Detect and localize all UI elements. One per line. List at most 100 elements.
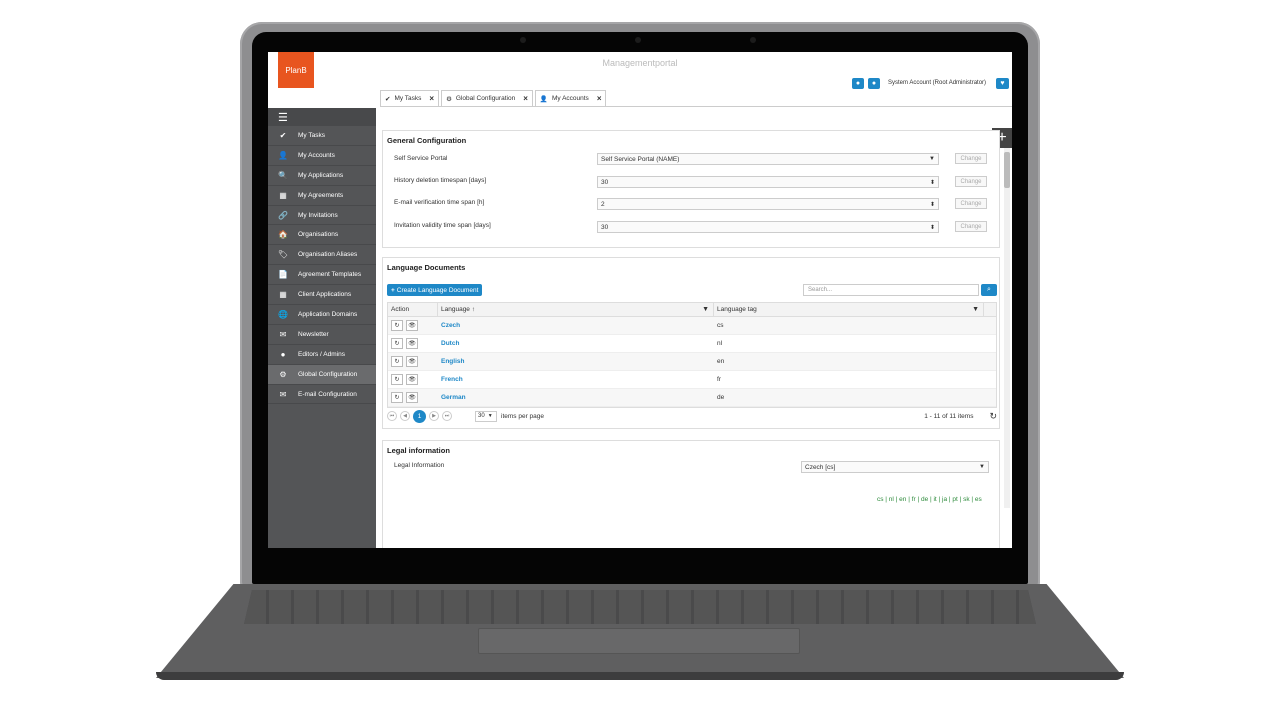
sidebar-item-my-accounts[interactable]: 👤 My Accounts [268, 146, 376, 166]
tab-global-configuration[interactable]: ⚙ Global Configuration × [441, 90, 533, 106]
sidebar-item-my-applications[interactable]: 🔍 My Applications [268, 166, 376, 186]
row-actions: ↻ 👁 [388, 335, 438, 352]
filter-icon[interactable]: ▼ [972, 306, 979, 313]
edit-icon[interactable]: ↻ [391, 338, 403, 349]
panel-title: General Configuration [387, 136, 467, 145]
table-row: ↻ 👁 English en [388, 353, 996, 371]
change-button[interactable]: Change [955, 176, 987, 187]
info-icon[interactable]: ● [868, 78, 880, 89]
filter-icon[interactable]: ▼ [702, 306, 709, 313]
sidebar-item-my-agreements[interactable]: ▦ My Agreements [268, 186, 376, 206]
field-value: Czech [cs] [805, 463, 836, 471]
last-page-icon[interactable]: ⏭ [442, 411, 452, 421]
scrollbar-thumb[interactable] [1004, 152, 1010, 188]
sidebar-item-label: Client Applications [298, 291, 352, 299]
refresh-icon[interactable]: ↻ [989, 411, 997, 422]
search-icon[interactable]: ⌕ [981, 284, 997, 296]
help-icon[interactable]: ● [852, 78, 864, 89]
pager: ⏮ ◀ 1 ▶ ⏭ 30 ▼ items per page 1 - 11 of 1… [387, 408, 997, 424]
sidebar-item-label: My Tasks [298, 131, 325, 139]
tab-bar: ✔ My Tasks × ⚙ Global Configuration × 👤 … [380, 90, 607, 106]
change-button[interactable]: Change [955, 198, 987, 209]
tab-my-accounts[interactable]: 👤 My Accounts × [534, 90, 607, 106]
column-header-language[interactable]: Language ↑ ▼ [438, 303, 714, 316]
email-verification-stepper[interactable]: 2 ⬍ [597, 198, 939, 210]
account-label[interactable]: System Account (Root Administrator) [888, 80, 986, 86]
language-link[interactable]: Dutch [438, 335, 714, 352]
search-input[interactable]: Search... [803, 284, 979, 296]
create-language-document-button[interactable]: + Create Language Document [387, 284, 483, 296]
edit-icon[interactable]: ↻ [391, 356, 403, 367]
sidebar-item-my-tasks[interactable]: ✔ My Tasks [268, 126, 376, 146]
sidebar-item-client-applications[interactable]: ▦ Client Applications [268, 285, 376, 306]
language-link[interactable]: German [438, 389, 714, 406]
scrollbar-track[interactable] [1004, 148, 1010, 508]
sidebar-item-organisation-aliases[interactable]: 🏷 Organisation Aliases [268, 245, 376, 266]
language-link[interactable]: Czech [438, 317, 714, 334]
tab-my-tasks[interactable]: ✔ My Tasks × [380, 90, 440, 106]
change-button[interactable]: Change [955, 153, 987, 164]
laptop-scene: PlanB Managementportal ● ● System Accoun… [0, 0, 1280, 720]
change-button[interactable]: Change [955, 221, 987, 232]
stepper-icon[interactable]: ⬍ [930, 179, 935, 186]
sidebar-item-agreement-templates[interactable]: 📄 Agreement Templates [268, 265, 376, 286]
stepper-icon[interactable]: ⬍ [930, 201, 935, 208]
sidebar-icon: ✉ [279, 389, 287, 399]
sidebar-item-label: Organisation Aliases [298, 251, 358, 259]
next-page-icon[interactable]: ▶ [429, 411, 439, 421]
edit-icon[interactable]: ↻ [391, 320, 403, 331]
prev-page-icon[interactable]: ◀ [400, 411, 410, 421]
row-actions: ↻ 👁 [388, 389, 438, 406]
language-link[interactable]: English [438, 353, 714, 370]
sidebar-icon: 🔍 [278, 170, 288, 180]
sidebar-item-e-mail-configuration[interactable]: ✉ E-mail Configuration [268, 385, 376, 405]
eye-icon[interactable]: 👁 [406, 356, 418, 367]
sensor-dot [750, 37, 756, 43]
chevron-down-icon: ▼ [979, 464, 985, 470]
column-header-language-tag[interactable]: Language tag ▼ [714, 303, 984, 316]
edit-icon[interactable]: ↻ [391, 392, 403, 403]
sidebar-item-global-configuration[interactable]: ⚙ Global Configuration [268, 364, 376, 385]
language-link[interactable]: French [438, 371, 714, 388]
sidebar-icon: 📄 [278, 270, 288, 280]
sidebar-item-editors-admins[interactable]: ● Editors / Admins [268, 345, 376, 365]
edit-icon[interactable]: ↻ [391, 374, 403, 385]
panel-title: Language Documents [387, 263, 466, 272]
sidebar-item-my-invitations[interactable]: 🔗 My Invitations [268, 206, 376, 226]
eye-icon[interactable]: 👁 [406, 338, 418, 349]
hamburger-icon[interactable]: ☰ [268, 108, 376, 126]
sidebar-item-label: Application Domains [298, 310, 358, 318]
sensor-dot [520, 37, 526, 43]
sidebar-item-label: My Applications [298, 171, 344, 179]
sidebar-item-organisations[interactable]: 🏠 Organisations [268, 225, 376, 246]
button-label: Create Language Document [396, 286, 479, 294]
sidebar-item-newsletter[interactable]: ✉ Newsletter [268, 325, 376, 345]
sidebar-item-label: My Accounts [298, 151, 335, 159]
check-icon: ✔ [385, 95, 391, 103]
close-icon[interactable]: × [523, 94, 528, 103]
tab-label: My Tasks [394, 95, 422, 102]
first-page-icon[interactable]: ⏮ [387, 411, 397, 421]
legal-language-select[interactable]: Czech [cs] ▼ [801, 461, 989, 473]
invitation-validity-stepper[interactable]: 30 ⬍ [597, 221, 939, 233]
field-label: History deletion timespan [days] [394, 177, 487, 184]
language-links[interactable]: cs | nl | en | fr | de | it | ja | pt | … [877, 496, 982, 503]
tab-label: My Accounts [551, 95, 589, 102]
screen: PlanB Managementportal ● ● System Accoun… [268, 52, 1012, 548]
items-per-page-select[interactable]: 30 ▼ [475, 410, 497, 422]
self-service-portal-select[interactable]: Self Service Portal (NAME) ▼ [597, 153, 939, 165]
eye-icon[interactable]: 👁 [406, 320, 418, 331]
close-icon[interactable]: × [429, 94, 434, 103]
sidebar-icon: 🌐 [278, 309, 288, 319]
eye-icon[interactable]: 👁 [406, 374, 418, 385]
stepper-icon[interactable]: ⬍ [930, 224, 935, 231]
user-menu-icon[interactable]: ♥ [996, 78, 1009, 89]
eye-icon[interactable]: 👁 [406, 392, 418, 403]
field-label: Invitation validity time span [days] [394, 222, 491, 229]
page-current[interactable]: 1 [413, 409, 426, 423]
sidebar-item-label: Organisations [298, 231, 339, 239]
grid-header: Action Language ↑ ▼ Language tag ▼ [388, 303, 996, 317]
history-deletion-stepper[interactable]: 30 ⬍ [597, 176, 939, 188]
sidebar-item-application-domains[interactable]: 🌐 Application Domains [268, 305, 376, 325]
close-icon[interactable]: × [597, 94, 602, 103]
